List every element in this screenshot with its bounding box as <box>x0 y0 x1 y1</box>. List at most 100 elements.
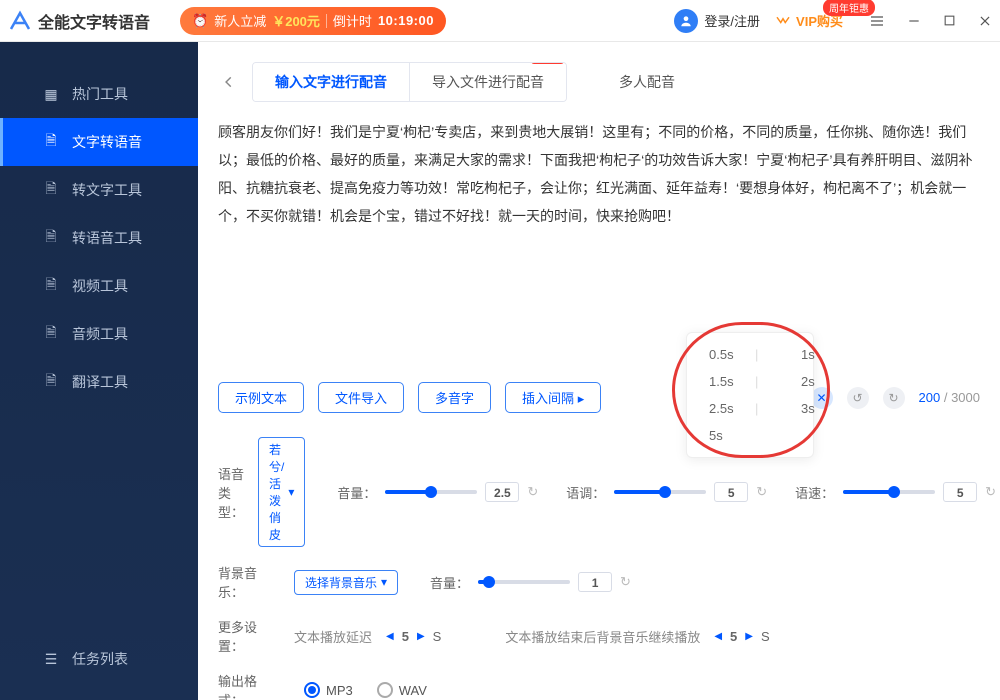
pitch-label: 语调： <box>566 483 606 502</box>
hot-badge: HOT <box>531 62 564 64</box>
minimize-button[interactable] <box>907 14 921 28</box>
voice-type-select[interactable]: 若兮/活泼俏皮▾ <box>258 437 305 547</box>
interval-option[interactable]: 3s <box>801 401 829 416</box>
avatar-icon <box>674 9 698 33</box>
reset-icon[interactable]: ↻ <box>756 484 767 500</box>
alarm-icon: ⏰ <box>192 13 208 29</box>
reset-icon[interactable]: ↻ <box>985 484 996 500</box>
promo-banner[interactable]: ⏰ 新人立减 ￥200元 倒计时 10:19:00 <box>180 7 446 35</box>
promo-cd-label: 倒计时 <box>333 11 372 30</box>
bgm-after-value: 5 <box>730 629 737 644</box>
file-import-button[interactable]: 文件导入 <box>318 382 404 413</box>
doc-icon: 🗎 <box>42 181 60 199</box>
speed-slider[interactable] <box>843 490 935 494</box>
text-editor[interactable]: 顾客朋友你们好！我们是宁夏‘枸杞’专卖店，来到贵地大展销！这里有；不同的价格，不… <box>218 118 980 378</box>
close-button[interactable] <box>978 14 992 28</box>
char-counter: 200 / 3000 <box>919 390 980 405</box>
sidebar: ▦热门工具 🗎 文字转语音 🗎转文字工具 🗎转语音工具 🗎 视频工具 🗎 音频工具 🗎… <box>0 42 198 700</box>
editor-content: 顾客朋友你们好！我们是宁夏‘枸杞’专卖店，来到贵地大展销！这里有；不同的价格，不… <box>218 124 972 224</box>
sidebar-item-tovoice[interactable]: 🗎转语音工具 <box>0 214 198 262</box>
bgm-vol-value[interactable]: 1 <box>578 572 612 592</box>
sidebar-item-label: 视频工具 <box>72 276 128 296</box>
decrease-button[interactable]: ◀ <box>386 631 394 642</box>
chevron-down-icon: ▾ <box>288 485 294 499</box>
speed-value[interactable]: 5 <box>943 482 977 502</box>
tab-type-text[interactable]: 输入文字进行配音 <box>253 63 409 101</box>
polyphone-button[interactable]: 多音字 <box>418 382 491 413</box>
decrease-button[interactable]: ◀ <box>714 631 722 642</box>
char-current: 200 <box>919 390 941 405</box>
redo-button[interactable]: ↻ <box>883 387 905 409</box>
format-label: 输出格式： <box>218 671 280 700</box>
tts-icon: 🗎 <box>42 133 60 151</box>
delay-label: 文本播放延迟 <box>294 627 372 646</box>
sidebar-item-totext[interactable]: 🗎转文字工具 <box>0 166 198 214</box>
tab-multivoice[interactable]: 多人配音 <box>619 72 675 92</box>
increase-button[interactable]: ▶ <box>745 631 753 642</box>
menu-icon[interactable] <box>869 13 885 29</box>
bgm-label: 背景音乐： <box>218 563 280 601</box>
interval-option[interactable]: 2s <box>801 374 829 389</box>
reset-icon[interactable]: ↻ <box>527 484 538 500</box>
format-mp3-label: MP3 <box>326 683 353 698</box>
interval-option[interactable]: 1s <box>801 347 829 362</box>
tab-import-file[interactable]: 导入文件进行配音 HOT <box>409 63 566 101</box>
delay-unit: S <box>433 629 442 644</box>
volume-slider[interactable] <box>385 490 477 494</box>
sidebar-item-label: 文字转语音 <box>72 132 142 152</box>
vip-button[interactable]: VIP购买 周年钜惠 <box>774 11 843 30</box>
maximize-button[interactable] <box>943 14 956 27</box>
sidebar-item-tts[interactable]: 🗎 文字转语音 <box>0 118 198 166</box>
back-button[interactable] <box>218 71 240 93</box>
sidebar-item-audio[interactable]: 🗎 音频工具 <box>0 310 198 358</box>
delay-value: 5 <box>402 629 409 644</box>
more-label: 更多设置： <box>218 617 280 655</box>
login-button[interactable]: 登录/注册 <box>674 9 760 33</box>
char-total: 3000 <box>951 390 980 405</box>
interval-option[interactable]: 1.5s <box>709 374 737 389</box>
sample-text-button[interactable]: 示例文本 <box>218 382 304 413</box>
format-mp3-radio[interactable]: MP3 <box>304 682 353 698</box>
interval-option[interactable]: 2.5s <box>709 401 737 416</box>
speaker-icon: 🗎 <box>42 229 60 247</box>
bgm-volume-slider[interactable] <box>478 580 570 584</box>
promo-prefix: 新人立减 <box>214 11 266 30</box>
undo-button[interactable]: ↺ <box>847 387 869 409</box>
sidebar-item-video[interactable]: 🗎 视频工具 <box>0 262 198 310</box>
reset-icon[interactable]: ↻ <box>620 574 631 590</box>
task-list-label: 任务列表 <box>72 649 128 669</box>
chevron-right-icon: ▸ <box>578 391 585 406</box>
format-wav-radio[interactable]: WAV <box>377 682 427 698</box>
window-controls <box>869 13 992 29</box>
pitch-value[interactable]: 5 <box>714 482 748 502</box>
bgm-select[interactable]: 选择背景音乐 ▾ <box>294 570 398 595</box>
sidebar-item-label: 音频工具 <box>72 324 128 344</box>
video-icon: 🗎 <box>42 277 60 295</box>
translate-icon: 🗎 <box>42 373 60 391</box>
sidebar-item-translate[interactable]: 🗎翻译工具 <box>0 358 198 406</box>
chevron-down-icon: ▾ <box>381 575 387 589</box>
format-wav-label: WAV <box>399 683 427 698</box>
mode-tabs: 输入文字进行配音 导入文件进行配音 HOT <box>252 62 567 102</box>
list-icon: ☰ <box>42 650 60 668</box>
interval-option[interactable]: 0.5s <box>709 347 737 362</box>
bgm-after-stepper: ◀ 5 ▶ S <box>714 629 769 644</box>
pitch-slider[interactable] <box>614 490 706 494</box>
bgm-value: 选择背景音乐 <box>305 574 377 591</box>
vip-badge: 周年钜惠 <box>823 0 875 16</box>
sidebar-item-label: 热门工具 <box>72 84 128 104</box>
tabs-row: 输入文字进行配音 导入文件进行配音 HOT 多人配音 <box>218 62 980 102</box>
task-list-button[interactable]: ☰ 任务列表 <box>0 636 198 682</box>
app-title: 全能文字转语音 <box>38 9 150 33</box>
tab-label: 导入文件进行配音 <box>432 74 544 90</box>
sidebar-item-hot[interactable]: ▦热门工具 <box>0 70 198 118</box>
insert-interval-button[interactable]: 插入间隔 ▸ <box>505 382 601 413</box>
bgm-after-unit: S <box>761 629 770 644</box>
interval-option[interactable]: 5s <box>709 428 737 443</box>
increase-button[interactable]: ▶ <box>417 631 425 642</box>
volume-value[interactable]: 2.5 <box>485 482 519 502</box>
promo-amount: ￥200元 <box>272 11 320 30</box>
audio-icon: 🗎 <box>42 325 60 343</box>
bgm-vol-label: 音量： <box>430 573 470 592</box>
promo-sep <box>326 14 327 28</box>
